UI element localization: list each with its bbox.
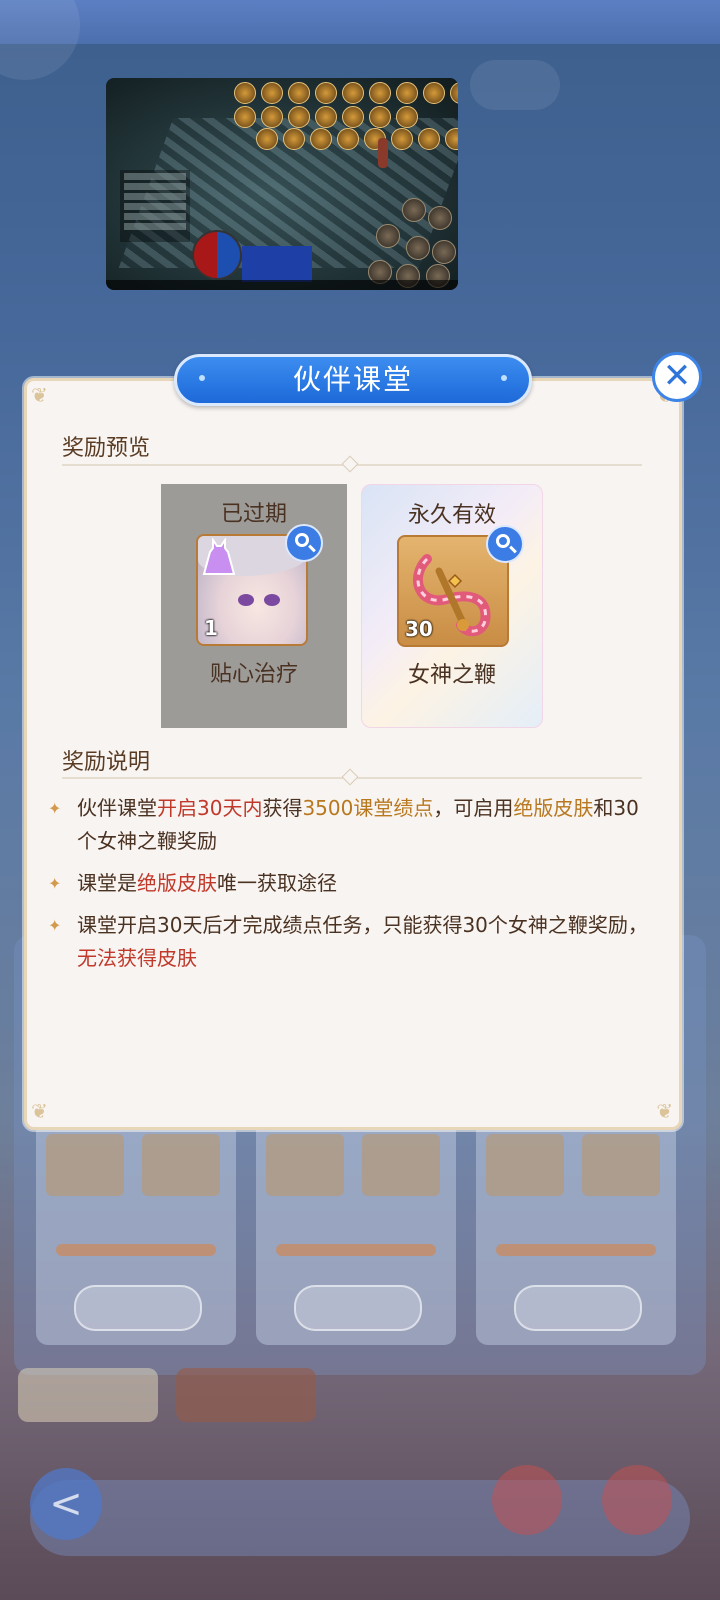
description-item: ✦ 课堂是绝版皮肤唯一获取途径 bbox=[44, 867, 656, 900]
description-text: 伙伴课堂 bbox=[77, 796, 157, 820]
game-screenshot bbox=[106, 78, 458, 290]
description-text: 课堂是 bbox=[77, 871, 137, 895]
background-decoration bbox=[0, 0, 80, 80]
modal-title-banner: 伙伴课堂 bbox=[174, 354, 532, 406]
description-text: 唯一获取途径 bbox=[217, 871, 337, 895]
description-item: ✦ 伙伴课堂开启30天内获得3500课堂绩点，可启用绝版皮肤和30个女神之鞭奖励 bbox=[44, 792, 656, 858]
background-back-button: < bbox=[30, 1468, 102, 1540]
background-avatar bbox=[492, 1465, 562, 1535]
corner-ornament: ❦ bbox=[31, 383, 48, 407]
reward-name: 贴心治疗 bbox=[209, 662, 298, 687]
section-divider bbox=[62, 768, 642, 786]
section-divider bbox=[62, 455, 642, 473]
reward-status: 永久有效 bbox=[407, 503, 496, 528]
background-bottom-bar bbox=[30, 1480, 690, 1556]
reward-count: 30 bbox=[405, 617, 433, 641]
background-card bbox=[36, 1120, 236, 1345]
zoom-icon[interactable] bbox=[285, 524, 323, 562]
background-top-bar bbox=[0, 0, 720, 44]
background-tab bbox=[18, 1368, 158, 1422]
bullet-star-icon: ✦ bbox=[48, 874, 62, 893]
background-tab bbox=[176, 1368, 316, 1422]
dress-icon bbox=[202, 538, 236, 575]
description-text: 无法获得皮肤 bbox=[77, 946, 197, 970]
reward-name: 女神之鞭 bbox=[407, 663, 496, 688]
bullet-star-icon: ✦ bbox=[48, 916, 62, 935]
description-text: 获得 bbox=[262, 796, 303, 820]
reward-card-expired[interactable]: 已过期 1 贴心治疗 bbox=[161, 484, 347, 728]
close-icon: ✕ bbox=[662, 356, 692, 396]
close-button[interactable]: ✕ bbox=[652, 352, 702, 402]
zoom-icon[interactable] bbox=[486, 525, 524, 563]
description-text: 课堂开启30天后才完成绩点任务，只能获得30个女神之鞭奖励， bbox=[77, 913, 648, 937]
preview-section-title: 奖励预览 bbox=[62, 436, 151, 461]
bullet-star-icon: ✦ bbox=[48, 799, 62, 818]
reward-description-list: ✦ 伙伴课堂开启30天内获得3500课堂绩点，可启用绝版皮肤和30个女神之鞭奖励 ✦… bbox=[44, 792, 656, 984]
description-item: ✦ 课堂开启30天后才完成绩点任务，只能获得30个女神之鞭奖励， 无法获得皮肤 bbox=[44, 909, 656, 975]
corner-ornament: ❦ bbox=[31, 1099, 48, 1123]
reward-count: 1 bbox=[204, 616, 218, 640]
description-text: 绝版皮肤 bbox=[513, 796, 594, 820]
background-card bbox=[256, 1120, 456, 1345]
background-card bbox=[476, 1120, 676, 1345]
modal-title: 伙伴课堂 bbox=[292, 363, 413, 396]
reward-card-permanent[interactable]: 永久有效 30 女神之鞭 bbox=[361, 484, 543, 728]
description-text: 3500课堂绩点 bbox=[302, 796, 434, 820]
description-section-title: 奖励说明 bbox=[62, 750, 151, 775]
corner-ornament: ❦ bbox=[656, 1099, 673, 1123]
background-avatar bbox=[602, 1465, 672, 1535]
description-text: 开启30天内 bbox=[157, 796, 263, 820]
reward-status: 已过期 bbox=[220, 502, 287, 527]
description-text: 绝版皮肤 bbox=[137, 871, 217, 895]
description-text: ，可启用 bbox=[433, 796, 514, 820]
background-decoration bbox=[470, 60, 560, 110]
